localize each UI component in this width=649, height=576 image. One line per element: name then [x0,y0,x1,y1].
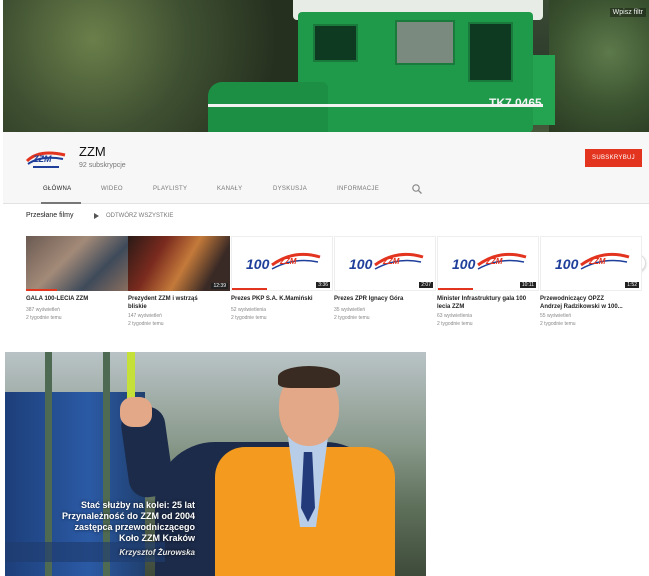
svg-text:ZZM: ZZM [32,154,52,164]
video-age: 2 tygodnie temu [334,315,370,321]
locomotive-number: TK7 0465 [489,96,542,110]
caption-line: Koło ZZM Kraków [119,533,195,543]
banner-trees-right [549,0,649,132]
locomotive-hood [208,82,328,132]
video-views: 63 wyświetlenia [437,313,473,319]
zzm-100-logo-icon: 100 ZZM [246,252,321,272]
video-card[interactable]: 100 ZZM 2:07 Prezes ZPR Ignacy Góra 35 wyświ… [334,236,436,336]
caption-name: Krzysztof Żurowska [119,548,195,557]
zzm-100-logo-icon: 100 ZZM [555,252,630,272]
tab-videos[interactable]: WIDEO [101,186,123,192]
zzm-100-logo-icon: 100 ZZM [349,252,424,272]
svg-text:ZZM: ZZM [485,257,503,266]
locomotive-window [395,20,455,65]
tab-channels[interactable]: KANAŁY [217,186,242,192]
zzm-100-logo-icon: 100 ZZM [452,252,527,272]
photo-caption: Stać służby na kolei: 25 lat Przynależno… [15,500,195,558]
video-views: 52 wyświetlenia [231,307,267,313]
video-title[interactable]: Przewodniczący OPZZ Andrzej Radzikowski w… [540,295,640,311]
video-card[interactable]: 12:39 Prezydent ZZM i wstrząś bliskie 147 w… [128,236,230,336]
section-title[interactable]: Przesłane filmy [26,212,73,219]
caption-line: Przynależność do ZZM od 2004 [61,511,195,521]
tab-about[interactable]: INFORMACJE [337,186,379,192]
tab-home[interactable]: GŁÓWNA [43,186,71,192]
search-icon[interactable] [411,183,423,195]
video-views: 35 wyświetleń [334,307,366,313]
watch-progress-bar [232,288,267,290]
video-card[interactable]: GALA 100-LECIA ZZM 387 wyświetleń 2 tygodn… [26,236,128,336]
video-title[interactable]: Minister Infrastruktury gala 100 lecia ZZ… [437,295,537,311]
locomotive-window [313,24,358,62]
video-age: 2 tygodnie temu [231,315,267,321]
video-thumbnail[interactable]: 100 ZZM 10:11 [437,236,539,291]
svg-text:ZZM: ZZM [382,257,400,266]
play-all-button[interactable]: ODTWÓRZ WSZYSTKIE [106,213,173,219]
play-icon[interactable] [94,213,99,219]
video-thumbnail[interactable]: 12:39 [128,236,230,291]
svg-text:100: 100 [555,256,579,272]
svg-text:ZZM: ZZM [279,257,297,266]
video-age: 2 tygodnie temu [128,321,164,327]
video-title[interactable]: Prezes ZPR Ignacy Góra [334,295,434,303]
video-thumbnail[interactable]: 100 ZZM 3:36 [231,236,333,291]
page: TK7 0465 Wpisz filtr ZZM ZZM 92 subskryp… [0,0,649,576]
video-duration: 3:36 [316,282,330,288]
svg-text:100: 100 [349,256,373,272]
video-duration: 10:11 [519,282,536,288]
subscribe-button[interactable]: SUBSKRYBUJ [585,149,642,167]
channel-name[interactable]: ZZM [79,144,106,159]
video-views: 55 wyświetleń [540,313,572,319]
banner-watermark: Wpisz filtr [609,8,646,17]
member-photo: Stać służby na kolei: 25 lat Przynależno… [5,352,426,576]
video-card[interactable]: 100 ZZM 3:36 Prezes PKP S.A. K.Mamiński 52 w… [231,236,333,336]
video-card[interactable]: 100 ZZM 10:11 Minister Infrastruktury gala … [437,236,539,336]
caption-line: Stać służby na kolei: 25 lat [80,500,195,510]
svg-text:100: 100 [246,256,270,272]
watch-progress-bar [438,288,473,290]
video-views: 147 wyświetleń [128,313,162,319]
svg-text:100: 100 [452,256,476,272]
video-card[interactable]: 100 ZZM 1:52 Przewodniczący OPZZ Andrzej Rad… [540,236,642,336]
subscriber-count: 92 subskrypcje [79,162,126,169]
locomotive-window [468,22,513,82]
video-age: 2 tygodnie temu [26,315,62,321]
channel-tabs: GŁÓWNA WIDEO PLAYLISTY KANAŁY DYSKUSJA I… [3,178,649,204]
video-thumbnail[interactable]: 100 ZZM 1:52 [540,236,642,291]
tab-playlists[interactable]: PLAYLISTY [153,186,187,192]
video-duration: 12:39 [211,283,228,289]
video-views: 387 wyświetleń [26,307,60,313]
video-duration: 2:07 [419,282,433,288]
locomotive-side [533,55,555,125]
video-duration: 1:52 [625,282,639,288]
video-thumbnail[interactable]: 100 ZZM 2:07 [334,236,436,291]
video-title[interactable]: GALA 100-LECIA ZZM [26,295,126,303]
watch-progress-bar [26,289,57,291]
video-thumbnail[interactable] [26,236,128,291]
channel-banner: TK7 0465 Wpisz filtr [3,0,649,132]
video-age: 2 tygodnie temu [540,321,576,327]
video-title[interactable]: Prezes PKP S.A. K.Mamiński [231,295,331,303]
svg-text:ZZM: ZZM [588,257,606,266]
tab-discussion[interactable]: DYSKUSJA [273,186,307,192]
person-hand [120,397,152,427]
person-hair [278,366,340,388]
video-age: 2 tygodnie temu [437,321,473,327]
zzm-logo-icon[interactable]: ZZM [25,145,67,173]
caption-line: zastępca przewodniczącego [74,522,195,532]
video-title[interactable]: Prezydent ZZM i wstrząś bliskie [128,295,228,311]
active-tab-indicator [41,202,81,204]
